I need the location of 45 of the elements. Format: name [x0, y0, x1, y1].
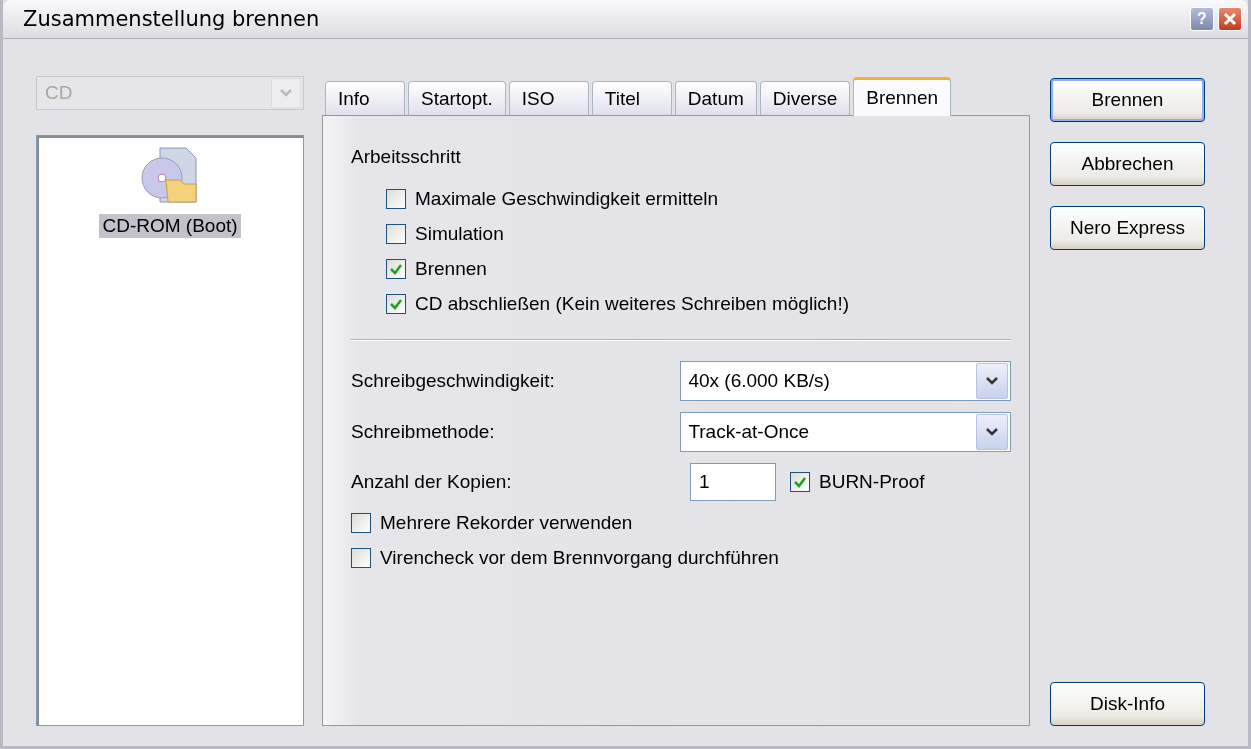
- checkbox[interactable]: [386, 259, 406, 279]
- chevron-down-icon: [985, 376, 999, 386]
- write-method-dropdown[interactable]: Track-at-Once: [680, 412, 1011, 452]
- tab[interactable]: Datum: [674, 81, 757, 115]
- checkbox-label: Virencheck vor dem Brennvorgang durchführen: [380, 547, 779, 569]
- checkmark-icon: [793, 475, 807, 489]
- tab[interactable]: Diverse: [759, 81, 851, 115]
- field-label: Schreibmethode:: [351, 421, 496, 443]
- checkmark-icon: [389, 297, 403, 311]
- checkbox-label: Brennen: [415, 258, 487, 280]
- dropdown-value: Track-at-Once: [688, 421, 810, 443]
- checkbox-label: Maximale Geschwindigkeit ermitteln: [415, 188, 719, 210]
- close-icon: [1223, 12, 1237, 26]
- burn-button[interactable]: Brennen: [1050, 78, 1205, 122]
- tab[interactable]: Brennen: [853, 77, 952, 116]
- disk-info-button[interactable]: Disk-Info: [1050, 682, 1205, 726]
- list-item[interactable]: CD-ROM (Boot): [99, 214, 241, 238]
- tab[interactable]: Info: [325, 81, 405, 115]
- chevron-down-icon: [279, 88, 293, 98]
- dropdown-value: CD: [45, 82, 73, 104]
- checkbox[interactable]: [386, 294, 406, 314]
- checkbox[interactable]: [351, 548, 371, 568]
- copies-field[interactable]: 1: [690, 463, 776, 501]
- close-button[interactable]: [1218, 7, 1242, 31]
- checkbox[interactable]: [351, 513, 371, 533]
- checkbox-label: Mehrere Rekorder verwenden: [380, 512, 633, 534]
- chevron-down-icon: [985, 427, 999, 437]
- checkbox-label: CD abschließen (Kein weiteres Schreiben möglich!): [415, 293, 850, 315]
- field-label: Schreibgeschwindigkeit:: [351, 370, 556, 392]
- checkbox-label: Simulation: [415, 223, 504, 245]
- checkbox-label: BURN-Proof: [819, 471, 925, 493]
- tab[interactable]: Titel: [591, 81, 672, 115]
- window-title: Zusammenstellung brennen: [23, 7, 320, 31]
- write-speed-dropdown[interactable]: 40x (6.000 KB/s): [680, 361, 1011, 401]
- tab[interactable]: Startopt.: [408, 81, 506, 115]
- cancel-button[interactable]: Abbrechen: [1050, 142, 1205, 186]
- checkmark-icon: [389, 262, 403, 276]
- dropdown-value: 40x (6.000 KB/s): [688, 370, 830, 392]
- checkbox[interactable]: [386, 189, 406, 209]
- field-label: Anzahl der Kopien:: [351, 471, 513, 493]
- express-button[interactable]: Nero Express: [1050, 206, 1205, 250]
- section-title: Arbeitsschritt: [351, 146, 462, 168]
- checkbox[interactable]: [386, 224, 406, 244]
- tab[interactable]: ISO: [508, 81, 589, 115]
- checkbox[interactable]: [790, 472, 810, 492]
